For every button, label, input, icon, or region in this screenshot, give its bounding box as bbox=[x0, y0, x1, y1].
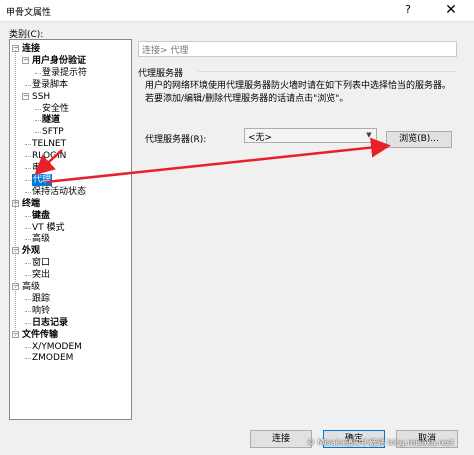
watermark: © Misaka镇の小破站 blog.misaka.rest bbox=[307, 438, 454, 447]
arrow-to-proxy-node bbox=[34, 149, 63, 176]
annotation-arrows bbox=[34, 137, 391, 184]
arrow-to-browse-button bbox=[45, 137, 391, 184]
